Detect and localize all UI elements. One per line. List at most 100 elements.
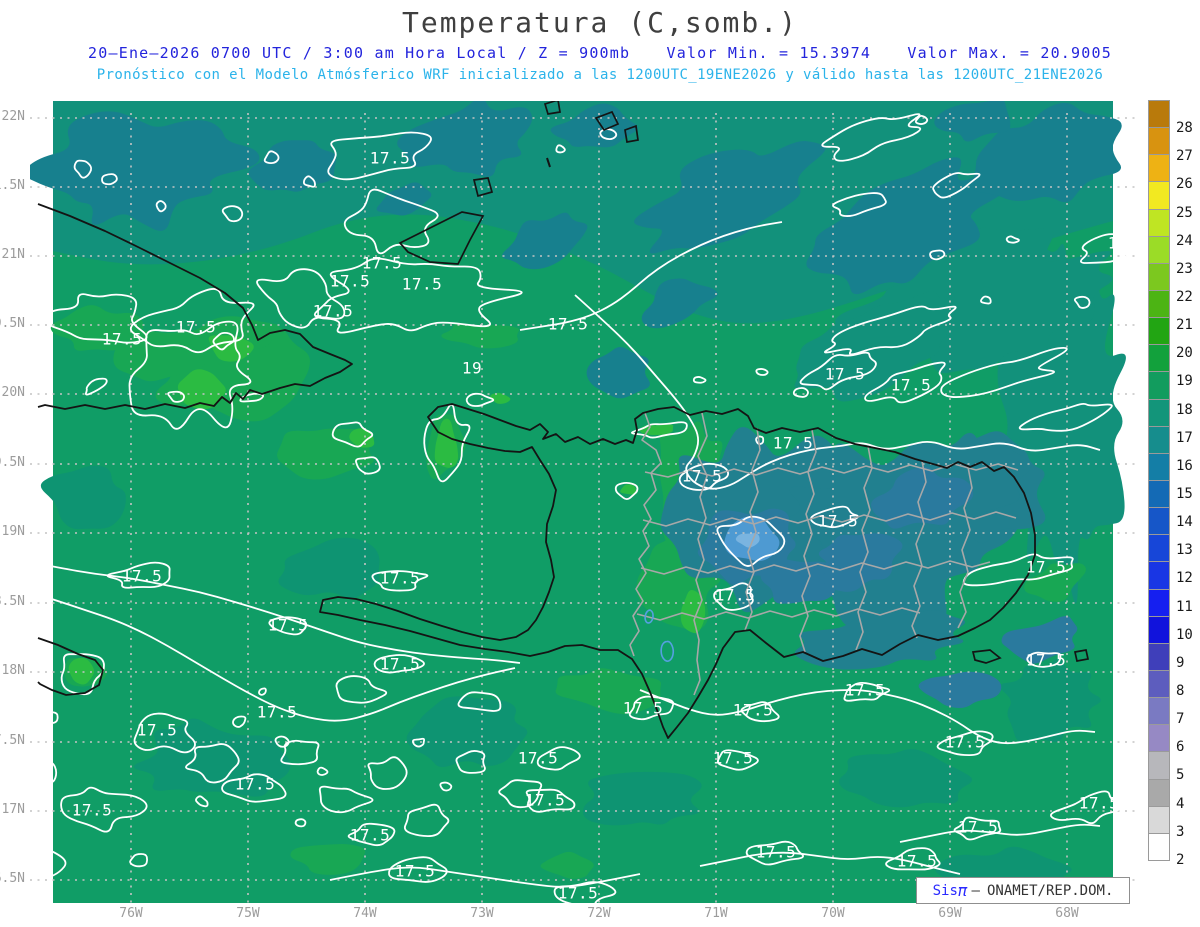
contour-label: 17.5 bbox=[234, 774, 276, 794]
colorbar-tick-label: 27 bbox=[1176, 148, 1193, 165]
colorbar-tick-label: 26 bbox=[1176, 176, 1193, 193]
colorbar-tick-label: 22 bbox=[1176, 289, 1193, 305]
colorbar-cell bbox=[1148, 479, 1170, 509]
contour-label: 17.5 bbox=[681, 466, 723, 486]
contour-label: 17.5 bbox=[712, 748, 754, 768]
contour-label: 17.5 bbox=[101, 329, 143, 349]
colorbar-cell bbox=[1148, 100, 1170, 129]
colorbar-cell bbox=[1148, 181, 1170, 210]
colorbar-cell bbox=[1148, 262, 1170, 291]
map-area: 17.5 17.5 17.5 17.5 17.5 17.5 17.5 17.5 19 17.5 17… bbox=[30, 101, 1148, 903]
pi-icon: π bbox=[957, 881, 968, 900]
contour-label: 17.5 bbox=[329, 271, 371, 291]
lat-tick-label: 17N bbox=[1, 802, 25, 817]
lon-tick-label: 76W bbox=[119, 906, 143, 921]
colorbar-tick-label: 11 bbox=[1176, 598, 1193, 615]
attribution-box: Sis π – ONAMET/REP.DOM. bbox=[916, 877, 1130, 904]
contour-label: 17.5 bbox=[349, 825, 391, 845]
contour-label: 17.5 bbox=[732, 700, 774, 720]
contour-label: 17.5 bbox=[121, 566, 163, 586]
contour-label: 17.5 bbox=[256, 702, 298, 722]
contour-label: 17.5 bbox=[817, 511, 859, 531]
lon-tick-label: 72W bbox=[587, 906, 611, 921]
colorbar-cell bbox=[1148, 534, 1170, 563]
colorbar-tick-label: 16 bbox=[1176, 457, 1193, 474]
contour-label: 17.5 bbox=[1107, 233, 1149, 253]
colorbar-tick-label: 23 bbox=[1176, 260, 1193, 277]
contour-label: 17.5 bbox=[379, 568, 421, 588]
contour-label: 17.5 bbox=[622, 698, 664, 718]
colorbar-tick-label: 18 bbox=[1176, 401, 1193, 418]
colorbar-tick-label: 13 bbox=[1176, 542, 1193, 559]
contour-label: 17.5 bbox=[267, 615, 309, 635]
colorbar-tick-label: 8 bbox=[1176, 683, 1185, 699]
colorbar-cell bbox=[1148, 561, 1170, 590]
colorbar-tick-label: 19 bbox=[1176, 373, 1193, 390]
attribution-dash: – bbox=[971, 882, 980, 899]
contour-label: 17.5 bbox=[890, 375, 932, 395]
colorbar-tick-label: 10 bbox=[1176, 626, 1193, 643]
contour-label: 17.5 bbox=[824, 364, 866, 384]
colorbar-tick-label: 25 bbox=[1176, 204, 1193, 221]
contour-label: 17.5 bbox=[369, 148, 411, 168]
colorbar-tick-label: 9 bbox=[1176, 654, 1185, 671]
contour-label: 17.5 bbox=[896, 851, 938, 871]
colorbar-tick-label: 2 bbox=[1176, 851, 1185, 868]
contour-label: 17.5 bbox=[524, 790, 566, 810]
colorbar-tick-label: 20 bbox=[1176, 345, 1193, 362]
colorbar-cell bbox=[1148, 289, 1170, 319]
contour-label: 17.5 bbox=[944, 732, 986, 752]
brand-text: Sis bbox=[932, 882, 958, 899]
contour-label: 17.5 bbox=[401, 274, 443, 294]
colorbar-cell bbox=[1148, 398, 1170, 427]
subtitle-datetime-row: 20–Ene–2026 0700 UTC / 3:00 am Hora Loca… bbox=[0, 44, 1200, 62]
lat-tick-label: 1.5N bbox=[0, 178, 25, 193]
colorbar-tick-label: 17 bbox=[1176, 429, 1193, 446]
colorbar-tick-label: 4 bbox=[1176, 795, 1185, 812]
colorbar-tick-label: 5 bbox=[1176, 767, 1185, 784]
colorbar-cell bbox=[1148, 317, 1170, 346]
colorbar-tick-label: 24 bbox=[1176, 232, 1193, 249]
lon-tick-label: 74W bbox=[353, 906, 377, 921]
lat-tick-label: 9.5N bbox=[0, 455, 25, 470]
contour-label: 19 bbox=[461, 358, 483, 378]
colorbar-cell bbox=[1148, 669, 1170, 699]
lat-tick-label: 19N bbox=[1, 524, 25, 539]
datetime-text: 20–Ene–2026 0700 UTC / 3:00 am Hora Loca… bbox=[88, 44, 631, 62]
colorbar-cell bbox=[1148, 832, 1170, 861]
colorbar-tick-label: 6 bbox=[1176, 739, 1185, 756]
contour-label: 17.5 bbox=[557, 883, 599, 903]
colorbar-cell bbox=[1148, 778, 1170, 807]
colorbar-cell bbox=[1148, 588, 1170, 617]
contour-line bbox=[32, 761, 58, 784]
lat-tick-label: 18N bbox=[1, 663, 25, 678]
colorbar-cell bbox=[1148, 154, 1170, 183]
colorbar-cell bbox=[1148, 371, 1170, 400]
contour-label: 17.5 bbox=[517, 748, 559, 768]
contour-label: 17.5 bbox=[379, 654, 421, 674]
page-title: Temperatura (C,somb.) bbox=[401, 6, 798, 39]
colorbar-cell bbox=[1148, 425, 1170, 454]
colorbar-tick-label: 28 bbox=[1176, 120, 1193, 137]
colorbar bbox=[1148, 100, 1170, 889]
colorbar-cell bbox=[1148, 805, 1170, 834]
colorbar-tick-label: 7 bbox=[1176, 711, 1185, 728]
colorbar-cell bbox=[1148, 127, 1170, 156]
contour-label: 17.5 bbox=[361, 253, 403, 273]
colorbar-tick-label: 15 bbox=[1176, 486, 1193, 502]
contour-label: 17.5 bbox=[1025, 650, 1067, 670]
contour-label: 17.5 bbox=[312, 301, 354, 321]
contour-label: 17.5 bbox=[957, 817, 999, 837]
colorbar-tick-label: 21 bbox=[1176, 317, 1193, 334]
colorbar-tick-label: 3 bbox=[1176, 823, 1185, 840]
colorbar-cell bbox=[1148, 642, 1170, 671]
lat-tick-label: 7.5N bbox=[0, 733, 25, 748]
valor-min-text: Valor Min. = 15.3974 bbox=[666, 44, 872, 62]
contour-label: 17.5 bbox=[772, 433, 814, 453]
contour-label: 17.5 bbox=[844, 680, 886, 700]
weather-map-page: Temperatura (C,somb.) 20–Ene–2026 0700 U… bbox=[0, 0, 1200, 927]
colorbar-cell bbox=[1148, 208, 1170, 237]
contour-label: 17.5 bbox=[755, 842, 797, 862]
colorbar-cell bbox=[1148, 452, 1170, 481]
lat-tick-label: 21N bbox=[1, 247, 25, 262]
